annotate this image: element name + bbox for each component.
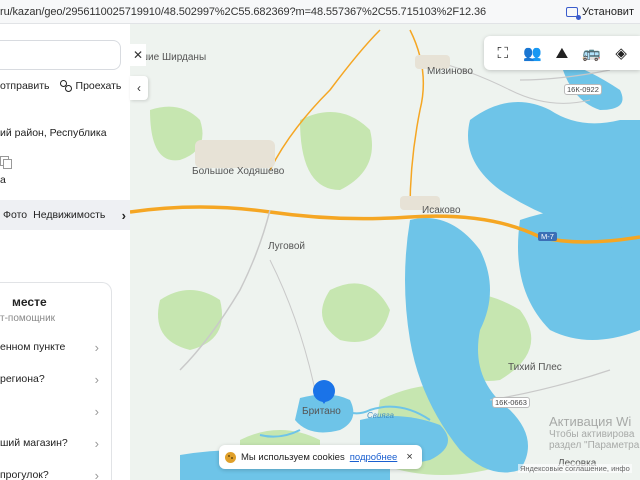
browser-address-bar[interactable]: ru/kazan/geo/2956110025719910/48.502997%… bbox=[0, 0, 640, 24]
search-input[interactable] bbox=[0, 40, 121, 70]
url-text[interactable]: ru/kazan/geo/2956110025719910/48.502997%… bbox=[0, 6, 486, 18]
assistant-card-title: месте bbox=[12, 295, 47, 309]
cookie-icon bbox=[225, 451, 236, 463]
send-button[interactable]: отправить bbox=[0, 80, 50, 92]
install-label: Установит bbox=[581, 6, 634, 18]
assistant-card: месте т-помощник енном пункте › региона? ›… bbox=[0, 282, 112, 480]
forest-area bbox=[300, 112, 372, 190]
settlement bbox=[195, 140, 275, 168]
chevron-right-icon: › bbox=[94, 435, 99, 451]
question-label: прогулок? bbox=[0, 469, 49, 480]
place-actions: отправить Проехать bbox=[0, 80, 121, 92]
watermark-line2: Чтобы активирова bbox=[549, 429, 635, 440]
send-label: отправить bbox=[0, 80, 50, 92]
close-icon[interactable]: × bbox=[406, 451, 412, 463]
place-tabs: Фото Недвижимость › bbox=[0, 200, 130, 230]
windows-activation-watermark: Активация Wi Чтобы активирова раздел "Па… bbox=[549, 414, 639, 451]
forest-area bbox=[150, 106, 203, 161]
map-canvas[interactable]: шие Ширданы Мизиново Большое Ходяшево Ис… bbox=[130, 24, 640, 480]
water-area bbox=[518, 206, 640, 340]
map-label-bolshoe: Большое Ходяшево bbox=[192, 166, 285, 177]
road-badge: 16К-0922 bbox=[564, 84, 602, 95]
address-fragment: а bbox=[0, 174, 6, 186]
map-attribution[interactable]: Яндексовые соглашение, инфо bbox=[518, 464, 632, 473]
map-label-mizinovo: Мизиново bbox=[427, 66, 473, 77]
mountain-icon[interactable]: ⛰ bbox=[551, 45, 573, 62]
forest-area bbox=[322, 283, 390, 342]
location-pin[interactable] bbox=[313, 380, 335, 404]
tab-realty[interactable]: Недвижимость bbox=[30, 209, 108, 221]
bus-icon[interactable]: 🚌 bbox=[581, 44, 603, 62]
watermark-line3: раздел "Параметра bbox=[549, 440, 640, 451]
tab-photo[interactable]: Фото bbox=[0, 209, 30, 221]
question-label: енном пункте bbox=[0, 341, 66, 353]
map-label-britaino: Британо bbox=[302, 406, 341, 417]
road-badge: 16К-0663 bbox=[492, 397, 530, 408]
map-layer-toolbar: ⛶ 👥 ⛰ 🚌 ◈ bbox=[484, 36, 640, 70]
close-icon[interactable]: ✕ bbox=[130, 44, 146, 66]
chevron-left-icon: ‹ bbox=[137, 81, 141, 95]
watermark-line1: Активация Wi bbox=[549, 414, 632, 429]
chevron-right-icon: › bbox=[94, 371, 99, 387]
panorama-icon[interactable]: ⛶ bbox=[492, 45, 514, 62]
install-app-icon bbox=[565, 7, 581, 20]
route-button[interactable]: Проехать bbox=[59, 80, 122, 92]
cookie-banner: Мы используем cookies подробнее × bbox=[219, 445, 422, 469]
sidebar-panel: отправить Проехать ий район, Республика … bbox=[0, 24, 130, 480]
chevron-right-icon: › bbox=[94, 467, 99, 480]
cookie-text: Мы используем cookies bbox=[241, 451, 345, 463]
people-icon[interactable]: 👥 bbox=[521, 44, 543, 62]
cookie-more-link[interactable]: подробнее bbox=[350, 452, 398, 463]
assistant-question[interactable]: ший магазин? › bbox=[0, 433, 111, 453]
chevron-right-icon: › bbox=[94, 403, 99, 419]
road-minor bbox=[269, 259, 316, 391]
map-label-lugovoi: Луговой bbox=[268, 241, 306, 252]
collapse-panel-button[interactable]: ‹ bbox=[130, 76, 148, 100]
map-label-shirdany: шие Ширданы bbox=[140, 52, 207, 63]
assistant-question[interactable]: прогулок? › bbox=[0, 465, 111, 480]
region-address: ий район, Республика bbox=[0, 127, 107, 139]
map-label-tikhy-ples: Тихий Плес bbox=[508, 362, 562, 373]
highway-badge: М-7 bbox=[538, 232, 557, 241]
install-button[interactable]: Установит bbox=[560, 3, 640, 21]
map-label-sviyaga: Свияга bbox=[367, 411, 394, 420]
route-label: Проехать bbox=[75, 80, 122, 92]
assistant-card-subtitle: т-помощник bbox=[0, 313, 56, 324]
assistant-question[interactable]: региона? › bbox=[0, 369, 111, 389]
route-icon bbox=[59, 80, 72, 92]
assistant-question[interactable]: › bbox=[0, 401, 111, 421]
question-label: ший магазин? bbox=[0, 437, 68, 449]
copy-icon[interactable] bbox=[0, 156, 12, 169]
question-label: региона? bbox=[0, 373, 45, 385]
assistant-question[interactable]: енном пункте › bbox=[0, 337, 111, 357]
forest-area bbox=[158, 290, 222, 350]
map-label-isakovo: Исаково bbox=[422, 205, 461, 216]
layers-icon[interactable]: ◈ bbox=[610, 44, 632, 62]
chevron-right-icon[interactable]: › bbox=[122, 208, 130, 223]
chevron-right-icon: › bbox=[94, 339, 99, 355]
